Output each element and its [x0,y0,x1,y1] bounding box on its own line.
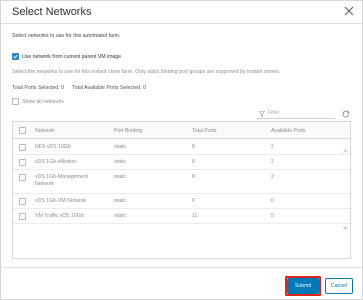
show-all-networks-label: Show all networks [22,99,64,105]
row-checkbox[interactable] [19,144,26,151]
cell-available-ports: 2 [271,144,274,150]
table-row[interactable]: vDS 1Gb-VM Network static 0 0 [13,194,350,209]
submit-button[interactable]: Submit [287,278,319,294]
cell-port-binding: static [114,159,127,165]
filter-input[interactable]: Filter [257,110,335,119]
cancel-button[interactable]: Cancel [325,278,353,294]
row-checkbox[interactable] [19,213,26,220]
cell-port-binding: static [114,174,127,180]
check-icon [13,54,18,59]
cell-port-binding: static [114,213,127,219]
use-parent-network-checkbox[interactable] [12,53,19,60]
dialog-title: Select Networks [12,6,92,18]
footer-divider [1,267,362,268]
select-networks-dialog: Select Networks Select networks to use f… [0,0,363,300]
cell-network: NFS vDS 10Gb [35,144,71,150]
cell-total-ports: 0 [192,198,195,204]
refresh-icon[interactable] [342,110,350,118]
select-all-checkbox[interactable] [19,127,26,134]
header-port-binding[interactable]: Port Binding [114,128,142,134]
cell-network: vDS 1Gb-vMotion [35,159,76,165]
table-row[interactable]: vDS 1Gb-vMotion static 8 2 [13,155,350,170]
cell-available-ports: 2 [271,159,274,165]
cell-network: vDS 1Gb-VM Network [35,198,87,204]
cell-network: VM Traffic vDS 10Gb [35,213,84,219]
header-total-ports[interactable]: Total Ports [192,128,217,134]
cell-total-ports: 8 [192,144,195,150]
cell-total-ports: 11 [192,213,198,219]
use-parent-network-label: Use network from current parent VM image [22,54,122,60]
header-divider [1,23,362,24]
table-row[interactable]: vDS 1Gb-Management Network static 8 2 [13,170,350,194]
row-checkbox[interactable] [19,159,26,166]
header-available-ports[interactable]: Available Ports [271,128,306,134]
networks-table: Network Port Binding Total Ports Availab… [12,121,351,259]
cell-network: vDS 1Gb-Management Network [35,174,89,187]
cell-port-binding: static [114,144,127,150]
table-row[interactable]: VM Traffic vDS 10Gb static 11 5 [13,209,350,224]
cell-total-ports: 8 [192,174,195,180]
scroll-down-icon[interactable] [343,226,348,230]
total-ports-selected: Total Ports Selected: 0 [12,85,64,91]
cell-available-ports: 0 [271,198,274,204]
cell-port-binding: static [114,198,127,204]
cell-total-ports: 8 [192,159,195,165]
row-checkbox[interactable] [19,174,26,181]
filter-placeholder: Filter [268,110,280,116]
dialog-header: Select Networks [1,1,362,23]
filter-icon [259,111,265,117]
network-instruction: Select the networks to use for this inst… [12,69,281,75]
header-network[interactable]: Network [35,128,54,134]
cell-available-ports: 2 [271,174,274,180]
cell-available-ports: 5 [271,213,274,219]
table-row[interactable]: NFS vDS 10Gb static 8 2 [13,140,350,155]
row-checkbox[interactable] [19,198,26,205]
show-all-networks-checkbox[interactable] [12,98,19,105]
total-available-ports-selected: Total Available Ports Selected: 0 [72,85,147,91]
dialog-description: Select networks to use for this automate… [12,33,121,39]
close-icon[interactable] [344,6,354,16]
table-header: Network Port Binding Total Ports Availab… [13,122,350,139]
